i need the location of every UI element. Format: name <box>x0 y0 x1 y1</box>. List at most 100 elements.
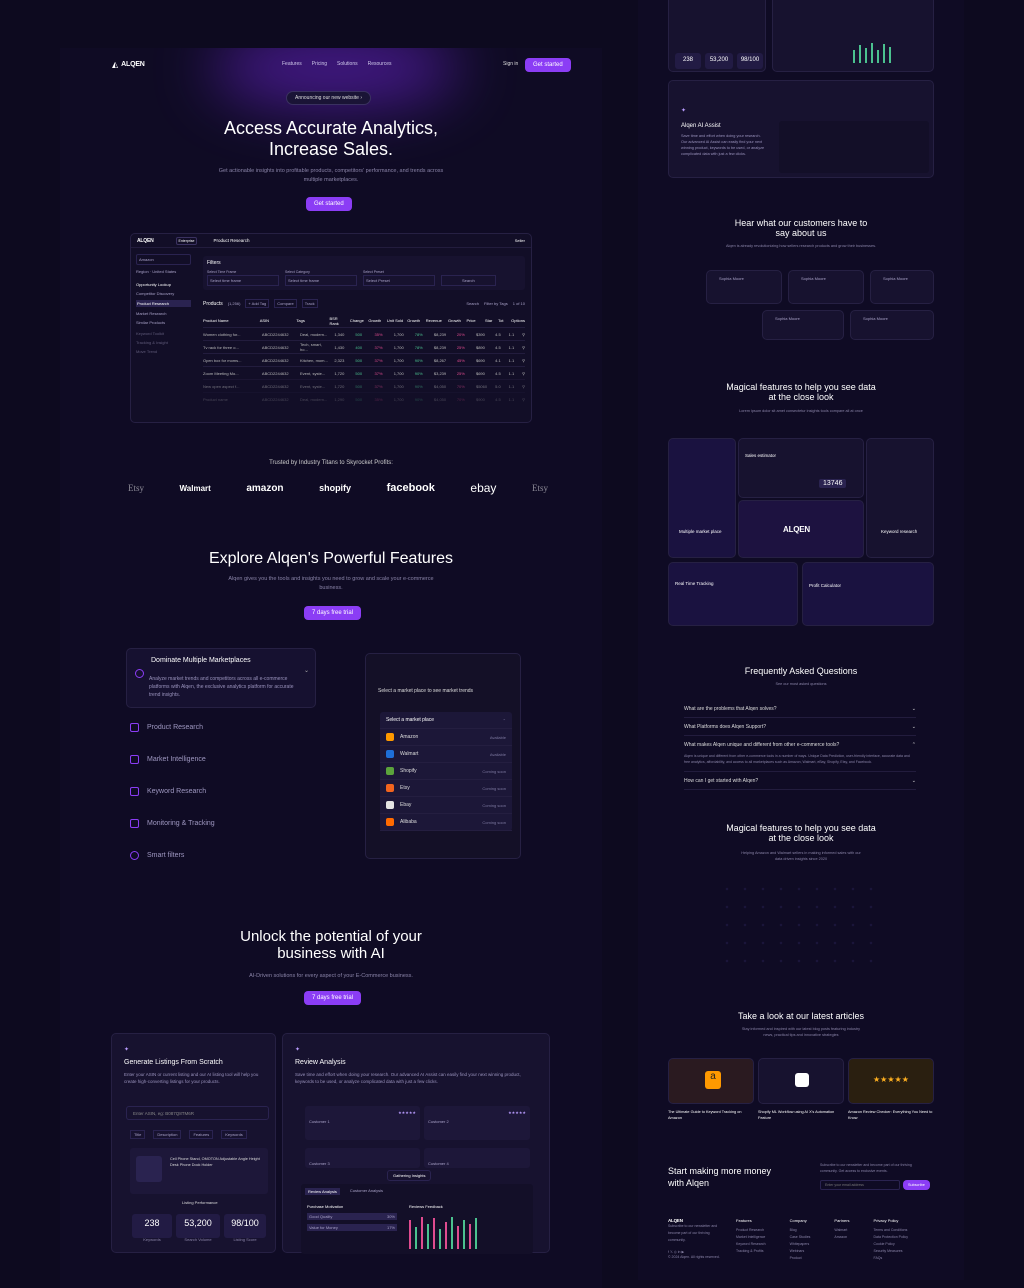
header-logo[interactable]: ◭ ALQEN <box>112 60 145 69</box>
search-icon[interactable]: ⚲ <box>522 384 525 389</box>
table-cell: Event, syste... <box>300 370 326 376</box>
pagination[interactable]: 1 of 10 <box>513 301 525 306</box>
nav-features[interactable]: Features <box>282 61 302 67</box>
search-icon[interactable]: ⚲ <box>522 345 525 350</box>
time-frame-select[interactable]: Select time frame <box>207 275 279 286</box>
region-select[interactable]: Region · United States <box>136 269 191 274</box>
sidebar-item-competitor[interactable]: Competitor Discovery <box>136 291 191 296</box>
add-tag-button[interactable]: + Add Tag <box>245 299 270 308</box>
marketplace-dropdown[interactable]: Select a market place ⌃ Amazon Available Wa… <box>380 712 512 831</box>
filters-search-button[interactable]: Search <box>441 275 496 286</box>
sidebar-item-market-research[interactable]: Market Research <box>136 311 191 316</box>
article-title[interactable]: Amazon Review Checker: Everything You Ne… <box>848 1110 934 1121</box>
article-title[interactable]: Shopify ML Workflow using AI X's Automat… <box>758 1110 844 1121</box>
marketplace-option[interactable]: Etsy Coming soon <box>380 780 512 797</box>
tag-description[interactable]: Description <box>153 1130 182 1139</box>
search-icon[interactable]: ⚲ <box>522 358 525 363</box>
subscribe-button[interactable]: Subscribe <box>903 1180 930 1190</box>
tab-review-analysis[interactable]: Review Analysis <box>305 1188 340 1195</box>
sidebar-item-tracking[interactable]: Tracking & Insight <box>136 340 191 345</box>
table-cell: Open box for moms... <box>203 357 242 363</box>
footer-link[interactable]: Case Studies <box>790 1234 811 1241</box>
footer-link[interactable]: FAQs <box>874 1255 908 1262</box>
article-title[interactable]: The Ultimate Guide to Keyword Tracking o… <box>668 1110 754 1121</box>
tag-features[interactable]: Features <box>189 1130 214 1139</box>
testimonial-card: Sophia Moore <box>870 270 934 304</box>
footer-link[interactable]: Product <box>790 1255 811 1262</box>
marketplace-option[interactable]: Walmart Available <box>380 746 512 763</box>
ai-trial-button[interactable]: 7 days free trial <box>304 991 362 1005</box>
footer-link[interactable]: Walmart <box>834 1227 849 1234</box>
footer-link[interactable]: Cookie Policy <box>874 1241 908 1248</box>
footer-link[interactable]: Product Research <box>736 1227 766 1234</box>
footer-link[interactable]: Terms and Conditions <box>874 1227 908 1234</box>
announce-pill[interactable]: Announcing our new website › <box>286 91 371 105</box>
dropdown-header[interactable]: Select a market place ⌃ <box>380 712 512 729</box>
table-cell: 45% <box>456 357 465 363</box>
table-row[interactable]: Tv rack for three o... ABCD2244632 Tech, s… <box>203 340 525 353</box>
footer-link[interactable]: Amazon <box>834 1234 849 1241</box>
faq-item[interactable]: How can I get started with Alqen? ⌄ <box>684 772 916 790</box>
header-get-started-button[interactable]: Get started <box>525 58 571 72</box>
marketplace-select[interactable]: Amazon <box>136 254 191 265</box>
nav-resources[interactable]: Resources <box>368 61 392 67</box>
sidebar-item-trend[interactable]: Move Trend <box>136 349 191 354</box>
marketplace-option[interactable]: Alibaba Coming soon <box>380 814 512 831</box>
testimonial-card: Sophia Moore <box>762 310 844 340</box>
footer-link[interactable]: Webinars <box>790 1248 811 1255</box>
footer-link[interactable]: Market Intelligence <box>736 1234 766 1241</box>
search-icon[interactable]: ⚲ <box>522 371 525 376</box>
track-button[interactable]: Track <box>301 299 318 308</box>
feature-market-intelligence[interactable]: Market Intelligence <box>130 755 206 764</box>
table-row[interactable]: Open box for moms... ABCD2244632 Kitchen, … <box>203 353 525 366</box>
feature-product-research[interactable]: Product Research <box>130 723 203 732</box>
sidebar-item-keyword[interactable]: Keyword Toolkit <box>136 331 191 336</box>
signin-link[interactable]: Sign in <box>503 61 518 67</box>
feature-keyword-research[interactable]: Keyword Research <box>130 787 206 796</box>
footer-link[interactable]: Whitepapers <box>790 1241 811 1248</box>
nav-pricing[interactable]: Pricing <box>312 61 327 67</box>
faq-item-open[interactable]: What makes Alqen unique and different fr… <box>684 736 916 754</box>
table-cell: 1,430 <box>334 344 345 350</box>
ai-subtitle: AI-Driven solutions for every aspect of … <box>249 973 413 979</box>
category-select[interactable]: Select time frame <box>285 275 357 286</box>
asin-input[interactable]: Enter ASIN, eg: B087Q8TM6R <box>126 1106 269 1120</box>
email-input[interactable]: Enter your email address <box>820 1180 900 1190</box>
table-row[interactable]: Zoom Meeting Mo... ABCD2244632 Event, syst… <box>203 366 525 379</box>
explore-trial-button[interactable]: 7 days free trial <box>304 606 362 620</box>
feature-active-card[interactable]: Dominate Multiple Marketplaces Analyze m… <box>126 648 316 708</box>
marketplace-option[interactable]: Amazon Available <box>380 729 512 746</box>
article-image[interactable]: ★★★★★ <box>848 1058 934 1104</box>
article-image[interactable] <box>758 1058 844 1104</box>
search-icon[interactable]: ⚲ <box>522 397 525 402</box>
marketplace-option[interactable]: Ebay Coming soon <box>380 797 512 814</box>
hero-get-started-button[interactable]: Get started <box>306 197 352 211</box>
seller-menu[interactable]: Seller <box>515 238 525 243</box>
compare-button[interactable]: Compare <box>274 299 297 308</box>
nav-solutions[interactable]: Solutions <box>337 61 358 67</box>
tag-title[interactable]: Title <box>130 1130 146 1139</box>
sidebar-item-similar[interactable]: Similar Products <box>136 320 191 325</box>
feature-smart-filters[interactable]: Smart filters <box>130 851 184 860</box>
table-search[interactable]: Search <box>466 301 479 306</box>
footer-link[interactable]: Tracking & Profits <box>736 1248 766 1255</box>
table-row[interactable]: Product name ABCD2244632 Deal, modern... 1,… <box>203 392 525 405</box>
faq-item[interactable]: What Platforms does Alqen Support? ⌄ <box>684 718 916 736</box>
article-image[interactable]: a <box>668 1058 754 1104</box>
preset-select[interactable]: Select Preset <box>363 275 435 286</box>
footer-link[interactable]: Blog <box>790 1227 811 1234</box>
table-row[interactable]: Women clothing for... ABCD2244632 Deal, mo… <box>203 327 525 340</box>
sidebar-item-product-research[interactable]: Product Research <box>136 300 191 307</box>
marketplace-option[interactable]: Shopify Coming soon <box>380 763 512 780</box>
table-cell: Deal, modern... <box>300 396 328 402</box>
search-icon[interactable]: ⚲ <box>522 332 525 337</box>
faq-item[interactable]: What are the problems that Alqen solves?… <box>684 700 916 718</box>
filter-tags-button[interactable]: Filter by Tags <box>484 301 508 306</box>
feature-monitoring[interactable]: Monitoring & Tracking <box>130 819 215 828</box>
footer-link[interactable]: Keyword Research <box>736 1241 766 1248</box>
table-row[interactable]: New open aspect f... ABCD2244632 Event, sy… <box>203 379 525 392</box>
footer-link[interactable]: Security Measures <box>874 1248 908 1255</box>
footer-link[interactable]: Data Protection Policy <box>874 1234 908 1241</box>
tag-keywords[interactable]: Keywords <box>221 1130 247 1139</box>
tab-customer-analysis[interactable]: Customer Analysis <box>350 1188 383 1195</box>
